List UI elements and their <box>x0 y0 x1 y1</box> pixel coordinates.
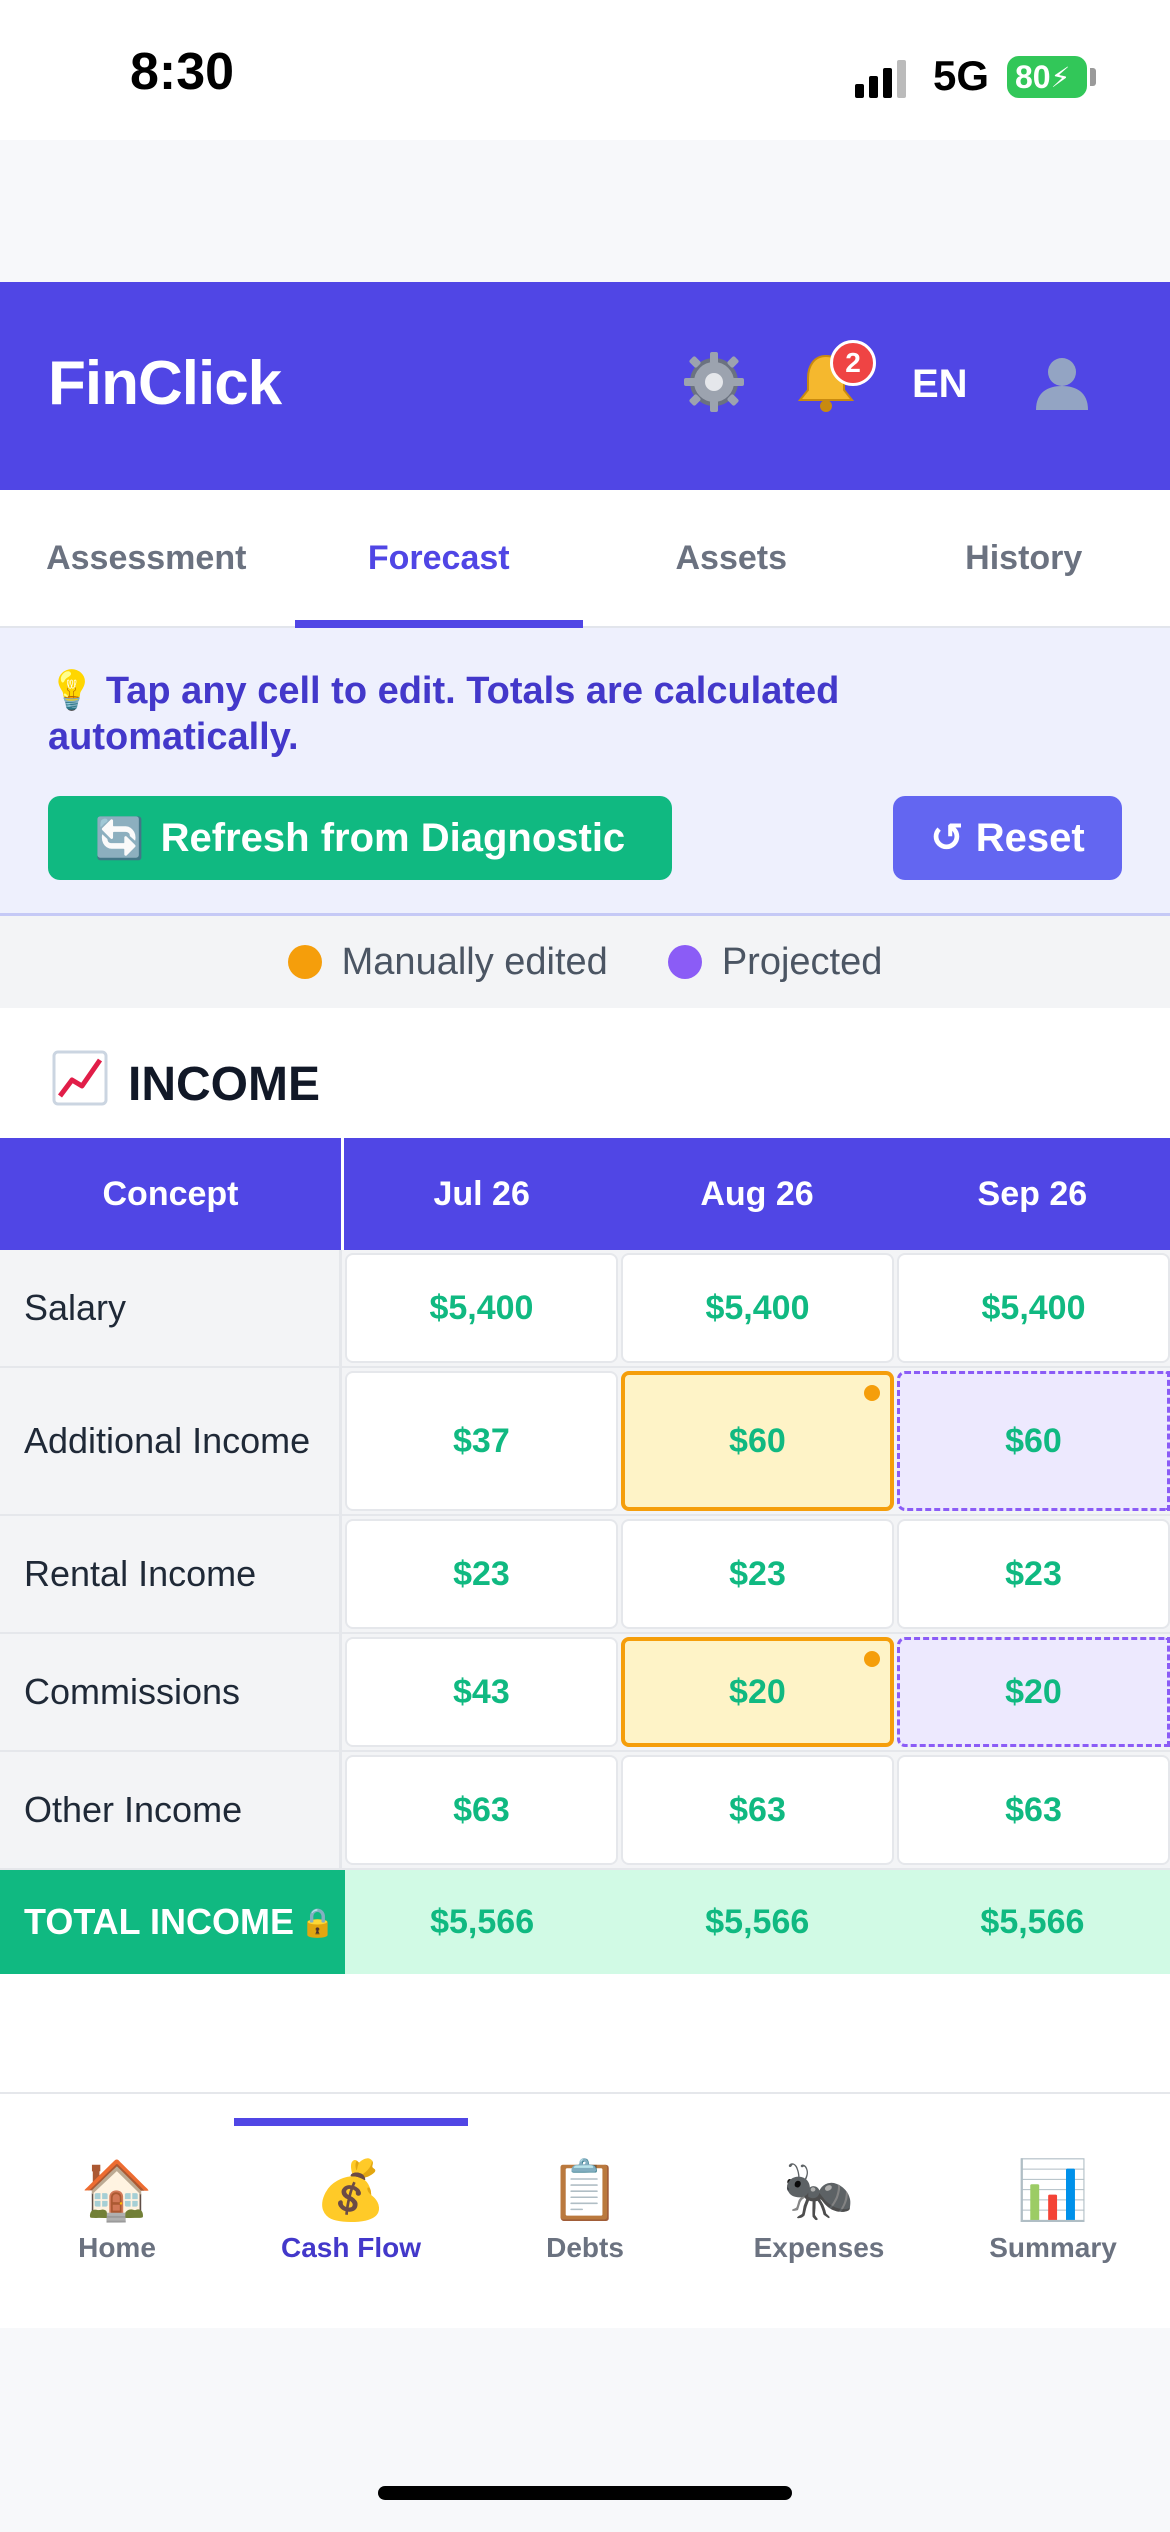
table-header: Concept Jul 26 Aug 26 Sep 26 <box>0 1138 1170 1250</box>
header-concept: Concept <box>0 1138 345 1250</box>
value-cell[interactable]: $63 <box>620 1755 894 1865</box>
signal-icon <box>855 56 915 98</box>
row-label: Commissions <box>0 1634 342 1750</box>
nav-cash-flow[interactable]: 💰 Cash Flow <box>234 2094 468 2328</box>
edit-hint-text: Tap any cell to edit. Totals are calcula… <box>48 670 840 758</box>
value-cell[interactable]: $5,400 <box>620 1253 894 1363</box>
value-cell[interactable]: $5,400 <box>897 1253 1170 1363</box>
projected-value-cell[interactable]: $20 <box>896 1637 1170 1747</box>
app-title: FinClick <box>48 349 282 418</box>
income-table: Concept Jul 26 Aug 26 Sep 26 Salary $5,4… <box>0 1138 1170 1974</box>
battery-level: 80 <box>1015 58 1051 95</box>
total-label: TOTAL INCOME 🔒 <box>0 1870 345 1974</box>
legend: Manually edited Projected <box>0 916 1170 1008</box>
table-row: Commissions $43 $20 $20 <box>0 1634 1170 1752</box>
nav-debts[interactable]: 📋 Debts <box>468 2094 702 2328</box>
total-row: TOTAL INCOME 🔒 $5,566 $5,566 $5,566 <box>0 1870 1170 1974</box>
value-cell[interactable]: $23 <box>897 1519 1170 1629</box>
nav-cash-flow-label: Cash Flow <box>280 2232 421 2263</box>
refresh-from-diagnostic-button[interactable]: 🔄 Refresh from Diagnostic <box>48 796 672 880</box>
network-type: 5G <box>933 52 990 99</box>
edited-value-cell[interactable]: $20 <box>620 1637 894 1747</box>
value-cell[interactable]: $37 <box>344 1371 618 1511</box>
projected-value-cell[interactable]: $60 <box>896 1371 1170 1511</box>
nav-expenses-label: Expenses <box>753 2232 885 2263</box>
edit-hint: 💡 Tap any cell to edit. Totals are calcu… <box>48 668 1048 760</box>
tab-assets[interactable]: Assets <box>585 490 878 626</box>
home-indicator[interactable] <box>378 2486 792 2500</box>
info-panel: 💡 Tap any cell to edit. Totals are calcu… <box>0 628 1170 916</box>
projected-dot-icon <box>667 945 702 979</box>
total-label-text: TOTAL INCOME <box>24 1901 294 1942</box>
refresh-button-label: Refresh from Diagnostic <box>160 815 626 860</box>
row-label: Other Income <box>0 1752 342 1868</box>
total-cell: $5,566 <box>619 1870 895 1974</box>
legend-projected-label: Projected <box>721 940 883 983</box>
nav-debts-label: Debts <box>546 2232 624 2263</box>
nav-expenses[interactable]: 🐜 Expenses <box>702 2094 936 2328</box>
section-title-text: INCOME <box>128 1057 320 1111</box>
status-bar: 8:30 5G 80 ⚡ <box>0 0 1170 140</box>
value-cell[interactable]: $5,400 <box>344 1253 618 1363</box>
bottom-spacer <box>0 2328 1170 2532</box>
value-cell[interactable]: $63 <box>344 1755 618 1865</box>
lock-icon: 🔒 <box>300 1906 335 1938</box>
settings-gear-icon[interactable] <box>674 342 754 422</box>
lightbulb-icon: 💡 <box>48 670 96 712</box>
value-cell[interactable]: $43 <box>344 1637 618 1747</box>
table-row: Salary $5,400 $5,400 $5,400 <box>0 1250 1170 1368</box>
bottom-nav: 🏠 Home 💰 Cash Flow 📋 Debts 🐜 Expenses 📊 … <box>0 2092 1170 2328</box>
status-time: 8:30 <box>130 43 235 101</box>
language-selector[interactable]: EN <box>912 362 968 407</box>
total-cell: $5,566 <box>894 1870 1170 1974</box>
tab-assessment[interactable]: Assessment <box>0 490 293 626</box>
money-bag-icon: 💰 <box>314 2158 388 2223</box>
tab-history[interactable]: History <box>878 490 1170 626</box>
row-label: Salary <box>0 1250 342 1366</box>
user-avatar-icon[interactable] <box>1022 342 1102 422</box>
row-label: Additional Income <box>0 1368 342 1514</box>
nav-home[interactable]: 🏠 Home <box>0 2094 234 2328</box>
ant-icon: 🐜 <box>782 2158 856 2223</box>
header-month: Aug 26 <box>700 1174 814 1213</box>
edited-dot-icon <box>287 945 322 979</box>
reset-icon: ↺ <box>930 816 964 860</box>
notification-badge: 2 <box>830 340 876 386</box>
top-spacer <box>0 140 1170 282</box>
table-row: Additional Income $37 $60 $60 <box>0 1368 1170 1516</box>
nav-home-label: Home <box>78 2232 156 2263</box>
row-label: Rental Income <box>0 1516 342 1632</box>
clipboard-icon: 📋 <box>548 2158 622 2223</box>
legend-edited-label: Manually edited <box>341 940 608 983</box>
header-month: Sep 26 <box>977 1174 1088 1213</box>
nav-summary[interactable]: 📊 Summary <box>936 2094 1170 2328</box>
legend-projected: Projected <box>667 940 883 984</box>
income-section-title: INCOME <box>52 1050 320 1118</box>
edited-value-cell[interactable]: $60 <box>620 1371 894 1511</box>
total-cell: $5,566 <box>344 1870 620 1974</box>
trend-chart-icon <box>52 1050 108 1118</box>
refresh-icon: 🔄 <box>94 816 145 861</box>
battery-icon: 80 ⚡ <box>1007 56 1087 98</box>
battery-tip <box>1090 68 1096 86</box>
table-row: Other Income $63 $63 $63 <box>0 1752 1170 1870</box>
nav-summary-label: Summary <box>989 2232 1117 2263</box>
header-month: Jul 26 <box>433 1174 530 1213</box>
value-cell[interactable]: $23 <box>344 1519 618 1629</box>
tab-bar: Assessment Forecast Assets History <box>0 490 1170 628</box>
reset-button-label: Reset <box>975 815 1085 860</box>
value-cell[interactable]: $63 <box>897 1755 1170 1865</box>
table-row: Rental Income $23 $23 $23 <box>0 1516 1170 1634</box>
app-header: FinClick EN <box>0 282 1170 490</box>
tab-forecast[interactable]: Forecast <box>293 490 586 628</box>
house-icon: 🏠 <box>80 2158 154 2223</box>
value-cell[interactable]: $23 <box>620 1519 894 1629</box>
legend-edited: Manually edited <box>287 940 608 984</box>
bar-chart-icon: 📊 <box>1016 2158 1090 2223</box>
reset-button[interactable]: ↺ Reset <box>893 796 1122 880</box>
